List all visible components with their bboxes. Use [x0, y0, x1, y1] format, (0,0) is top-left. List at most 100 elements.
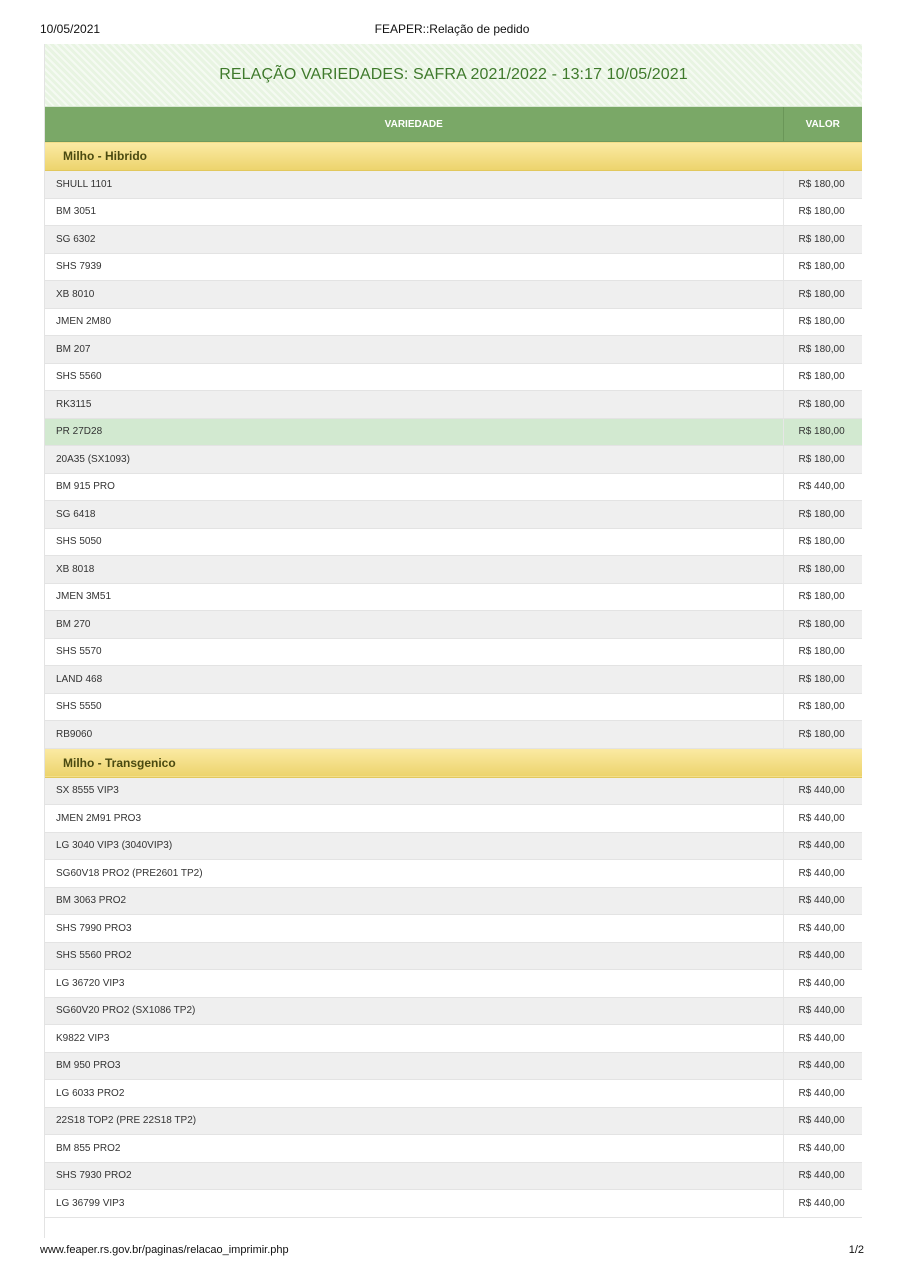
- variety-cell: BM 3051: [45, 198, 783, 226]
- value-cell: R$ 440,00: [782, 914, 862, 943]
- table-row: RB9060 R$ 180,00: [45, 720, 862, 749]
- report-container: RELAÇÃO VARIEDADES: SAFRA 2021/2022 - 13…: [44, 44, 862, 1238]
- variety-cell: SHS 5560: [45, 363, 783, 391]
- value-cell: R$ 180,00: [782, 445, 862, 474]
- variety-cell: JMEN 2M91 PRO3: [45, 804, 783, 833]
- table-row: LG 36720 VIP3 R$ 440,00: [45, 969, 862, 998]
- table-row: PR 27D28 R$ 180,00: [45, 418, 862, 446]
- value-cell: R$ 180,00: [782, 280, 862, 309]
- variety-cell: RK3115: [45, 390, 783, 419]
- value-cell: R$ 180,00: [782, 638, 862, 666]
- table-row: BM 3051 R$ 180,00: [45, 198, 862, 226]
- variety-cell: SG60V20 PRO2 (SX1086 TP2): [45, 997, 783, 1025]
- table-row: XB 8018 R$ 180,00: [45, 555, 862, 584]
- value-cell: R$ 440,00: [782, 1162, 862, 1190]
- table-row: SHS 7930 PRO2 R$ 440,00: [45, 1162, 862, 1190]
- table-row: SG 6302 R$ 180,00: [45, 225, 862, 254]
- table-row: 22S18 TOP2 (PRE 22S18 TP2) R$ 440,00: [45, 1107, 862, 1135]
- group-title: Milho - Transgenico: [45, 748, 862, 778]
- table-row: BM 3063 PRO2 R$ 440,00: [45, 887, 862, 915]
- table-row: JMEN 2M80 R$ 180,00: [45, 308, 862, 336]
- table-row: SHS 5570 R$ 180,00: [45, 638, 862, 666]
- value-cell: R$ 180,00: [782, 308, 862, 336]
- value-cell: R$ 180,00: [782, 610, 862, 639]
- value-cell: R$ 180,00: [782, 500, 862, 529]
- table-row: BM 915 PRO R$ 440,00: [45, 473, 862, 501]
- table-row: BM 950 PRO3 R$ 440,00: [45, 1052, 862, 1080]
- table-row: SG 6418 R$ 180,00: [45, 500, 862, 529]
- value-cell: R$ 440,00: [782, 859, 862, 888]
- variety-cell: JMEN 3M51: [45, 583, 783, 611]
- value-cell: R$ 180,00: [782, 225, 862, 254]
- table-row: LG 6033 PRO2 R$ 440,00: [45, 1079, 862, 1108]
- value-cell: R$ 180,00: [782, 665, 862, 694]
- value-cell: R$ 440,00: [782, 1134, 862, 1163]
- value-cell: R$ 180,00: [782, 555, 862, 584]
- variety-cell: LAND 468: [45, 665, 783, 694]
- value-cell: R$ 440,00: [782, 1079, 862, 1108]
- value-cell: R$ 440,00: [782, 1189, 862, 1218]
- table-row: SG60V18 PRO2 (PRE2601 TP2) R$ 440,00: [45, 859, 862, 888]
- variety-cell: 22S18 TOP2 (PRE 22S18 TP2): [45, 1107, 783, 1135]
- variety-cell: LG 36720 VIP3: [45, 969, 783, 998]
- value-cell: R$ 180,00: [782, 198, 862, 226]
- varieties-table: VARIEDADE VALOR Milho - Hibrido SHULL 110…: [45, 107, 862, 1218]
- value-cell: R$ 440,00: [782, 777, 862, 805]
- variety-cell: SHS 5550: [45, 693, 783, 721]
- value-cell: R$ 440,00: [782, 887, 862, 915]
- value-cell: R$ 440,00: [782, 1024, 862, 1053]
- table-row: JMEN 2M91 PRO3 R$ 440,00: [45, 804, 862, 833]
- print-header: 10/05/2021 FEAPER::Relação de pedido: [40, 22, 864, 38]
- variety-cell: SG60V18 PRO2 (PRE2601 TP2): [45, 859, 783, 888]
- variety-cell: SHS 7939: [45, 253, 783, 281]
- variety-cell: LG 36799 VIP3: [45, 1189, 783, 1218]
- variety-cell: XB 8010: [45, 280, 783, 309]
- value-cell: R$ 180,00: [782, 583, 862, 611]
- table-row: 20A35 (SX1093) R$ 180,00: [45, 445, 862, 474]
- table-row: XB 8010 R$ 180,00: [45, 280, 862, 309]
- group-title: Milho - Hibrido: [45, 141, 862, 171]
- variety-cell: PR 27D28: [45, 418, 783, 446]
- variety-cell: RB9060: [45, 720, 783, 749]
- report-title: RELAÇÃO VARIEDADES: SAFRA 2021/2022 - 13…: [219, 66, 688, 83]
- column-header-variety: VARIEDADE: [45, 107, 784, 142]
- value-cell: R$ 440,00: [782, 969, 862, 998]
- variety-cell: JMEN 2M80: [45, 308, 783, 336]
- variety-cell: 20A35 (SX1093): [45, 445, 783, 474]
- value-cell: R$ 180,00: [782, 170, 862, 199]
- table-row: BM 207 R$ 180,00: [45, 335, 862, 364]
- variety-cell: SHS 7990 PRO3: [45, 914, 783, 943]
- variety-cell: SHULL 1101: [45, 170, 783, 199]
- table-row: SX 8555 VIP3 R$ 440,00: [45, 777, 862, 805]
- table-row: SHULL 1101 R$ 180,00: [45, 170, 862, 199]
- table-row: BM 855 PRO2 R$ 440,00: [45, 1134, 862, 1163]
- value-cell: R$ 180,00: [782, 720, 862, 749]
- value-cell: R$ 440,00: [782, 1052, 862, 1080]
- value-cell: R$ 180,00: [782, 418, 862, 446]
- variety-cell: K9822 VIP3: [45, 1024, 783, 1053]
- variety-cell: SHS 5560 PRO2: [45, 942, 783, 970]
- variety-cell: BM 915 PRO: [45, 473, 783, 501]
- variety-cell: LG 6033 PRO2: [45, 1079, 783, 1108]
- table-row: SHS 5050 R$ 180,00: [45, 528, 862, 556]
- table-header-row: VARIEDADE VALOR: [45, 107, 862, 142]
- value-cell: R$ 180,00: [782, 528, 862, 556]
- value-cell: R$ 440,00: [782, 997, 862, 1025]
- table-row: K9822 VIP3 R$ 440,00: [45, 1024, 862, 1053]
- variety-cell: SG 6302: [45, 225, 783, 254]
- variety-cell: XB 8018: [45, 555, 783, 584]
- table-row: SG60V20 PRO2 (SX1086 TP2) R$ 440,00: [45, 997, 862, 1025]
- table-row: SHS 7990 PRO3 R$ 440,00: [45, 914, 862, 943]
- table-row: LG 36799 VIP3 R$ 440,00: [45, 1189, 862, 1218]
- table-row: RK3115 R$ 180,00: [45, 390, 862, 419]
- variety-cell: BM 3063 PRO2: [45, 887, 783, 915]
- table-row: LG 3040 VIP3 (3040VIP3) R$ 440,00: [45, 832, 862, 860]
- variety-cell: SHS 5050: [45, 528, 783, 556]
- variety-cell: BM 270: [45, 610, 783, 639]
- table-row: BM 270 R$ 180,00: [45, 610, 862, 639]
- page-number: 1/2: [848, 1244, 864, 1256]
- group-header-row: Milho - Hibrido: [45, 141, 862, 171]
- table-row: SHS 7939 R$ 180,00: [45, 253, 862, 281]
- table-row: LAND 468 R$ 180,00: [45, 665, 862, 694]
- variety-cell: SG 6418: [45, 500, 783, 529]
